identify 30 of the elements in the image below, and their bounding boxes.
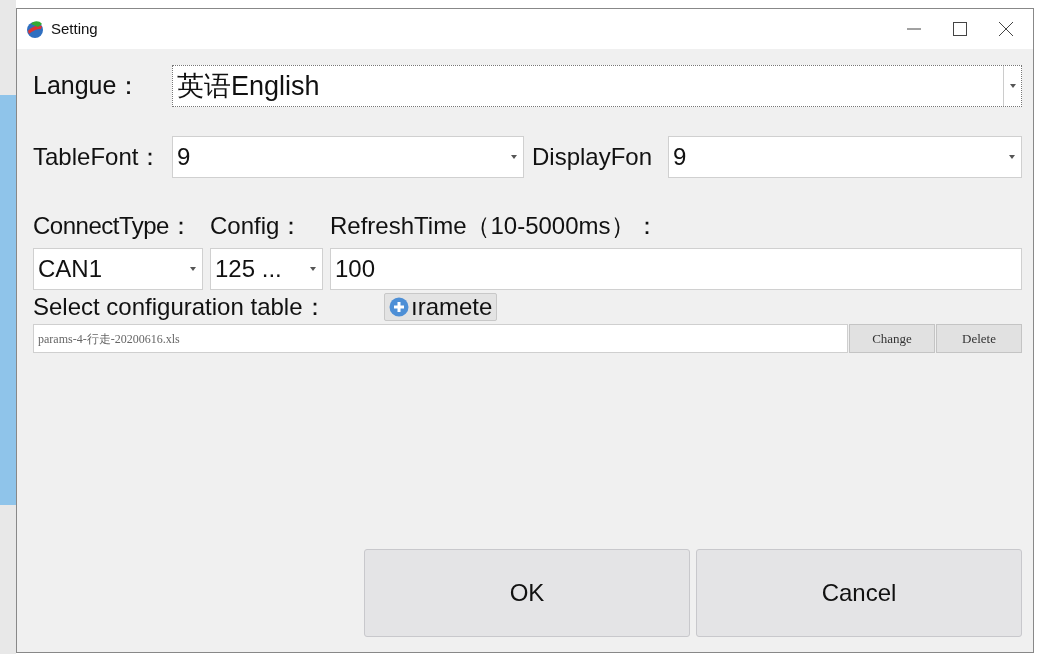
- dropdown-field[interactable]: CAN1: [33, 248, 203, 290]
- language-label: Langue：: [33, 70, 143, 102]
- config-label: Config：: [210, 211, 305, 241]
- cancel-button[interactable]: Cancel: [696, 549, 1022, 637]
- config-table-label: Select configuration table：: [33, 292, 328, 322]
- dropdown-arrow-icon: [190, 267, 196, 271]
- dropdown-arrow-icon: [310, 267, 316, 271]
- change-button[interactable]: Change: [849, 324, 935, 353]
- refresh-time-field[interactable]: 100: [330, 248, 1022, 290]
- refresh-time-label: RefreshTime（10-5000ms）：: [330, 211, 660, 241]
- connect-type-label: ConnectType：: [33, 211, 194, 241]
- dropdown-field[interactable]: 9: [172, 136, 524, 178]
- window-title: Setting: [51, 18, 98, 39]
- add-parameter-button[interactable]: ıramete: [384, 293, 498, 321]
- dropdown-field[interactable]: 9: [668, 136, 1022, 178]
- plus-icon: [389, 297, 409, 317]
- dropdown-field[interactable]: 英语English: [172, 65, 1022, 107]
- ok-button[interactable]: OK: [364, 549, 690, 637]
- close-icon: [999, 22, 1013, 36]
- minimize-icon: [907, 28, 921, 30]
- globe-icon: [25, 19, 45, 39]
- dropdown-field[interactable]: 125 ...: [210, 248, 323, 290]
- maximize-icon: [953, 22, 967, 36]
- table-font-label: TableFont：: [33, 142, 164, 172]
- dropdown-arrow-icon: [1009, 155, 1015, 159]
- dropdown-arrow-icon: [1009, 84, 1016, 88]
- config-file-field[interactable]: params-4-行走-20200616.xls: [33, 324, 848, 353]
- display-font-label: DisplayFon: [531, 142, 654, 172]
- dropdown-arrow-icon: [511, 155, 517, 159]
- delete-button[interactable]: Delete: [936, 324, 1022, 353]
